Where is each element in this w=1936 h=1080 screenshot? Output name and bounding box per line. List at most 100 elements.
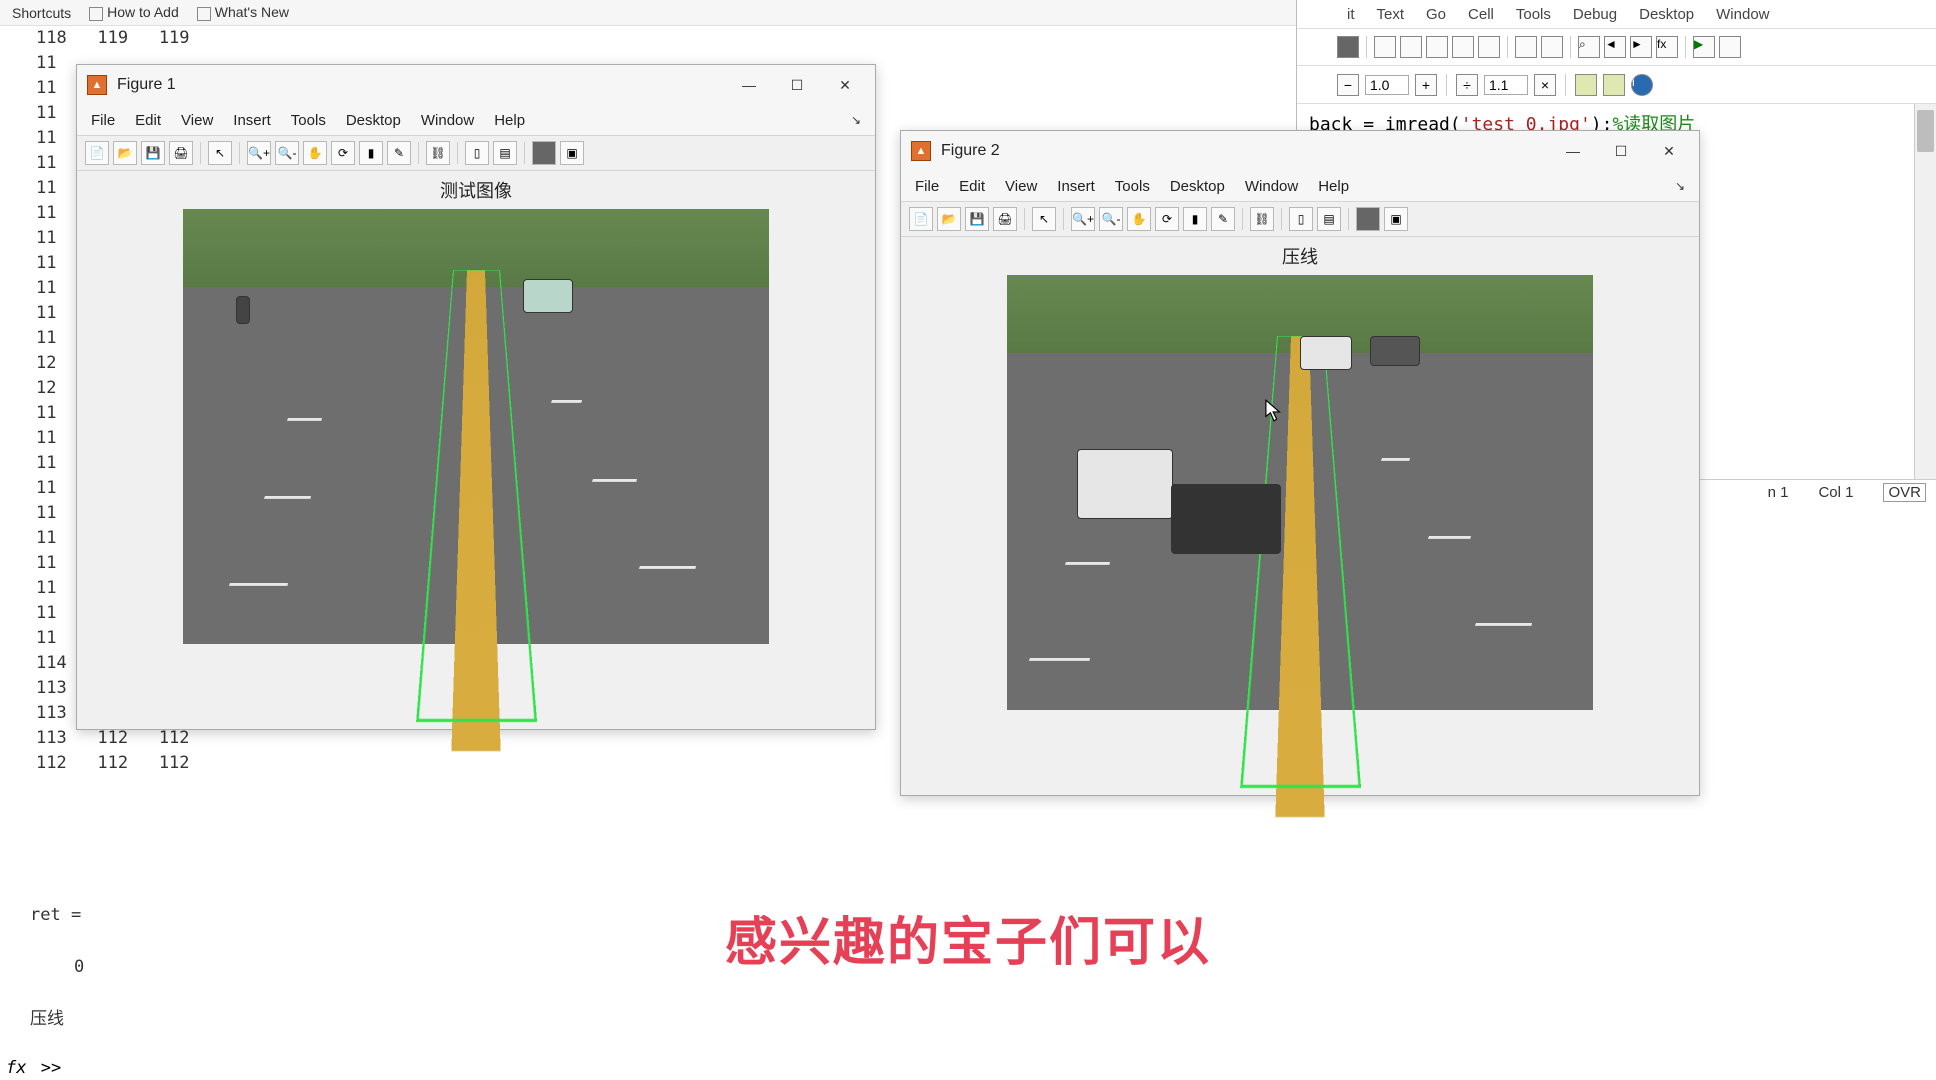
brush-icon[interactable]: ✎: [1211, 207, 1235, 231]
pointer-icon[interactable]: ↖: [208, 141, 232, 165]
figure-window-1[interactable]: ▲ Figure 1 — ☐ ✕ File Edit View Insert Tools…: [76, 64, 876, 730]
menu-it[interactable]: it: [1347, 6, 1355, 23]
menu-insert[interactable]: Insert: [1057, 178, 1095, 195]
find-icon[interactable]: ⌕: [1578, 36, 1600, 58]
scrollbar-thumb[interactable]: [1917, 110, 1934, 152]
print-icon[interactable]: 🖨: [169, 141, 193, 165]
hide-plot-tools-icon[interactable]: [532, 141, 556, 165]
print-icon[interactable]: 🖨: [993, 207, 1017, 231]
rotate-icon[interactable]: ⟳: [1155, 207, 1179, 231]
menu-window[interactable]: Window: [421, 112, 474, 129]
figure-window-2[interactable]: ▲ Figure 2 — ☐ ✕ File Edit View Insert Tools…: [900, 130, 1700, 796]
how-to-add-link[interactable]: How to Add: [89, 4, 179, 20]
menu-tools[interactable]: Tools: [1516, 6, 1551, 23]
cell-icon-2[interactable]: [1603, 74, 1625, 96]
open-icon[interactable]: 📂: [937, 207, 961, 231]
step1-input[interactable]: [1365, 75, 1409, 95]
menu-go[interactable]: Go: [1426, 6, 1446, 23]
menu-tools[interactable]: Tools: [1115, 178, 1150, 195]
show-plot-tools-icon[interactable]: ▣: [1384, 207, 1408, 231]
titlebar[interactable]: ▲ Figure 1 — ☐ ✕: [77, 65, 875, 105]
menu-desktop[interactable]: Desktop: [1639, 6, 1694, 23]
menu-window[interactable]: Window: [1716, 6, 1769, 23]
figure-menubar[interactable]: FileEditViewInsertToolsDesktopWindowHelp…: [901, 171, 1699, 201]
menu-desktop[interactable]: Desktop: [1170, 178, 1225, 195]
save-icon[interactable]: 💾: [965, 207, 989, 231]
print-icon[interactable]: [1515, 36, 1537, 58]
redo-icon[interactable]: [1478, 36, 1500, 58]
menu-view[interactable]: View: [181, 112, 213, 129]
close-button[interactable]: ✕: [1645, 136, 1693, 166]
nav-fwd-icon[interactable]: ►: [1630, 36, 1652, 58]
zoom-out-icon[interactable]: 🔍-: [1099, 207, 1123, 231]
menu-debug[interactable]: Debug: [1573, 6, 1617, 23]
menu-desktop[interactable]: Desktop: [346, 112, 401, 129]
save-icon[interactable]: 💾: [141, 141, 165, 165]
maximize-button[interactable]: ☐: [773, 70, 821, 100]
run-advance-icon[interactable]: [1719, 36, 1741, 58]
maximize-button[interactable]: ☐: [1597, 136, 1645, 166]
command-prompt[interactable]: fx >>: [6, 1058, 61, 1078]
plus-button[interactable]: +: [1415, 74, 1437, 96]
times-button[interactable]: ×: [1534, 74, 1556, 96]
titlebar[interactable]: ▲ Figure 2 — ☐ ✕: [901, 131, 1699, 171]
link-icon[interactable]: ⛓: [1250, 207, 1274, 231]
menu-edit[interactable]: Edit: [135, 112, 161, 129]
menu-tools[interactable]: Tools: [291, 112, 326, 129]
menu-insert[interactable]: Insert: [233, 112, 271, 129]
menu-view[interactable]: View: [1005, 178, 1037, 195]
step2-input[interactable]: [1484, 75, 1528, 95]
nav-back-icon[interactable]: ◄: [1604, 36, 1626, 58]
insertcolorbar-icon[interactable]: ▯: [465, 141, 489, 165]
data-cursor-icon[interactable]: ▮: [359, 141, 383, 165]
close-button[interactable]: ✕: [821, 70, 869, 100]
brush-icon[interactable]: ✎: [387, 141, 411, 165]
show-plot-tools-icon[interactable]: ▣: [560, 141, 584, 165]
hide-plot-tools-icon[interactable]: [1356, 207, 1380, 231]
data-cursor-icon[interactable]: ▮: [1183, 207, 1207, 231]
new-figure-icon[interactable]: 📄: [85, 141, 109, 165]
cut-icon[interactable]: [1374, 36, 1396, 58]
insertlegend-icon[interactable]: ▤: [493, 141, 517, 165]
whats-new-link[interactable]: What's New: [197, 4, 289, 20]
link-icon[interactable]: ⛓: [426, 141, 450, 165]
editor-scrollbar[interactable]: [1914, 104, 1936, 479]
open-icon[interactable]: 📂: [113, 141, 137, 165]
paste-icon[interactable]: [1426, 36, 1448, 58]
menu-file[interactable]: File: [915, 178, 939, 195]
rotate-icon[interactable]: ⟳: [331, 141, 355, 165]
cell-icon-1[interactable]: [1575, 74, 1597, 96]
minimize-button[interactable]: —: [725, 70, 773, 100]
undo-icon[interactable]: [1452, 36, 1474, 58]
div-button[interactable]: ÷: [1456, 74, 1478, 96]
minimize-button[interactable]: —: [1549, 136, 1597, 166]
fx-icon[interactable]: fx: [1656, 36, 1678, 58]
editor-toolbar[interactable]: ⌕ ◄ ► fx ▶: [1297, 28, 1936, 66]
editor-cell-toolbar[interactable]: − + ÷ × i: [1297, 66, 1936, 104]
menubar-dock-icon[interactable]: ↘: [851, 113, 861, 127]
page-icon[interactable]: [1541, 36, 1563, 58]
figure-toolbar[interactable]: 📄 📂 💾 🖨 ↖ 🔍+ 🔍- ✋ ⟳ ▮ ✎ ⛓ ▯ ▤ ▣: [77, 135, 875, 171]
menu-file[interactable]: File: [91, 112, 115, 129]
figure-menubar[interactable]: File Edit View Insert Tools Desktop Window Help…: [77, 105, 875, 135]
menu-edit[interactable]: Edit: [959, 178, 985, 195]
insertcolorbar-icon[interactable]: ▯: [1289, 207, 1313, 231]
copy-icon[interactable]: [1400, 36, 1422, 58]
menu-cell[interactable]: Cell: [1468, 6, 1494, 23]
menubar-dock-icon[interactable]: ↘: [1675, 179, 1685, 193]
menu-help[interactable]: Help: [1318, 178, 1349, 195]
zoom-in-icon[interactable]: 🔍+: [247, 141, 271, 165]
menu-help[interactable]: Help: [494, 112, 525, 129]
menu-text[interactable]: Text: [1377, 6, 1405, 23]
zoom-out-icon[interactable]: 🔍-: [275, 141, 299, 165]
info-icon[interactable]: i: [1631, 74, 1653, 96]
pan-icon[interactable]: ✋: [303, 141, 327, 165]
pan-icon[interactable]: ✋: [1127, 207, 1151, 231]
stop-icon[interactable]: [1337, 36, 1359, 58]
figure-toolbar[interactable]: 📄 📂 💾 🖨 ↖ 🔍+ 🔍- ✋ ⟳ ▮ ✎ ⛓ ▯ ▤ ▣: [901, 201, 1699, 237]
new-figure-icon[interactable]: 📄: [909, 207, 933, 231]
run-icon[interactable]: ▶: [1693, 36, 1715, 58]
minus-button[interactable]: −: [1337, 74, 1359, 96]
editor-menubar[interactable]: it Text Go Cell Tools Debug Desktop Window: [1297, 0, 1936, 28]
insertlegend-icon[interactable]: ▤: [1317, 207, 1341, 231]
